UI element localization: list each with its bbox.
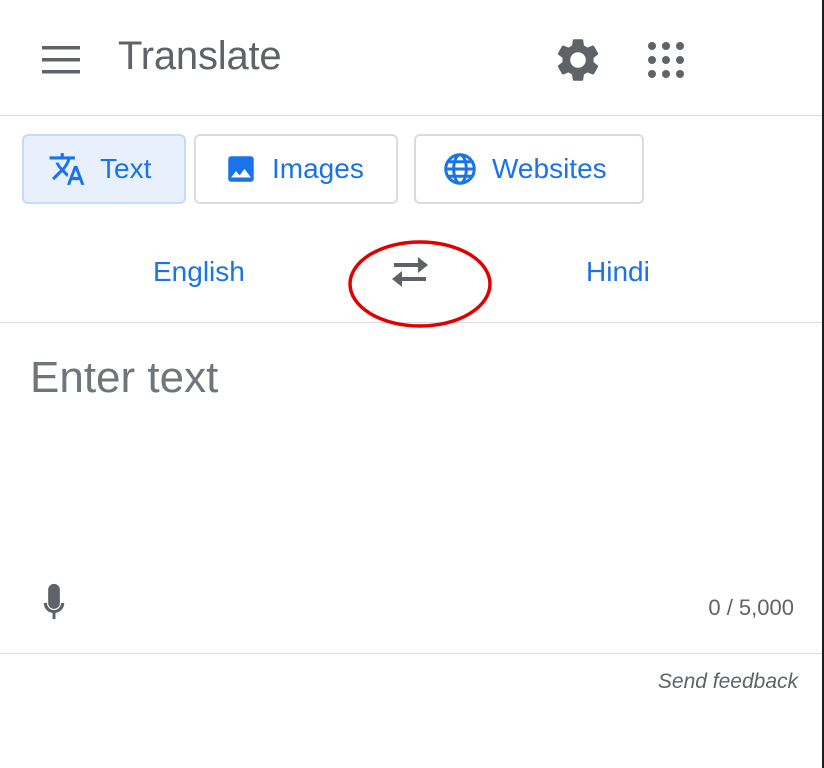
mode-websites-button[interactable]: Websites — [414, 134, 644, 204]
mode-images-button[interactable]: Images — [194, 134, 398, 204]
hamburger-menu-icon[interactable] — [40, 42, 82, 78]
language-bar: English Hindi — [0, 222, 822, 323]
mode-text-button[interactable]: Text — [22, 134, 186, 204]
source-text-input[interactable] — [30, 353, 790, 553]
send-feedback-link[interactable]: Send feedback — [658, 670, 798, 694]
gear-icon[interactable] — [552, 34, 604, 86]
mode-text-label: Text — [100, 153, 152, 184]
target-language-button[interactable]: Hindi — [586, 256, 650, 288]
globe-icon — [444, 153, 476, 185]
image-icon — [228, 156, 254, 182]
source-language-button[interactable]: English — [153, 256, 245, 288]
character-counter: 0 / 5,000 — [708, 595, 794, 620]
microphone-icon[interactable] — [36, 581, 72, 625]
mode-websites-label: Websites — [492, 153, 607, 184]
translate-icon — [49, 153, 85, 185]
input-panel: 0 / 5,000 — [0, 323, 822, 654]
swap-arrows-icon[interactable] — [388, 254, 432, 290]
apps-grid-icon[interactable] — [642, 36, 690, 84]
top-bar: Translate — [0, 0, 822, 116]
app-title: Translate — [118, 34, 282, 78]
mode-images-label: Images — [272, 153, 364, 184]
app-frame: Translate Text Images Websites English H… — [0, 0, 824, 768]
